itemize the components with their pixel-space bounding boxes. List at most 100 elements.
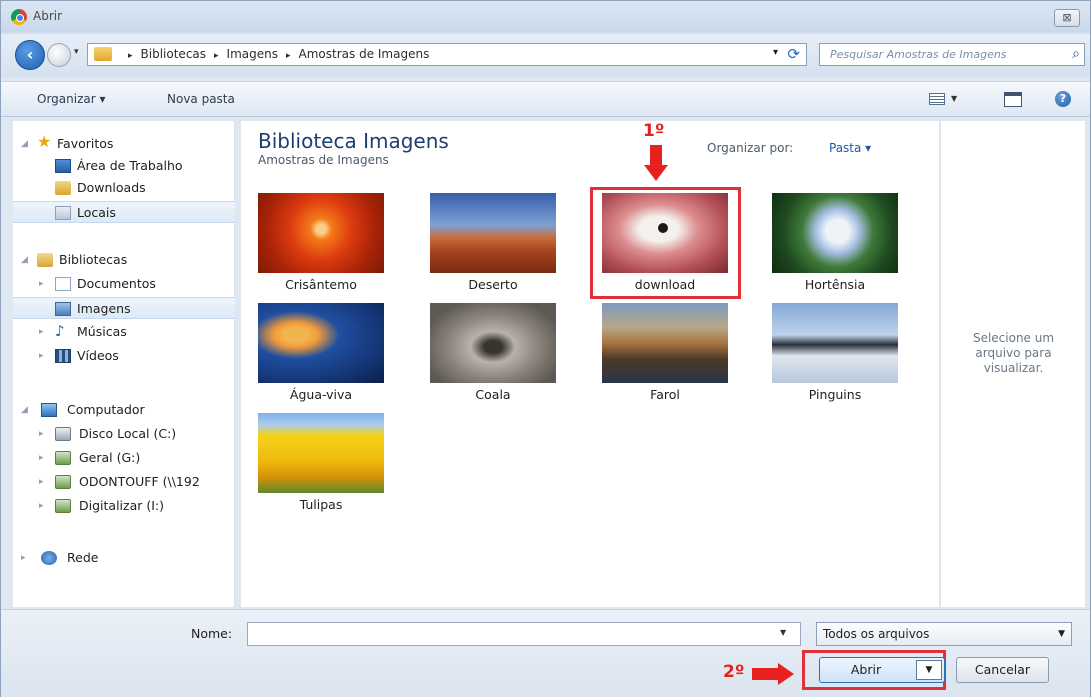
change-view-icon[interactable]	[929, 93, 945, 105]
nav-network[interactable]: ▸ Rede	[13, 547, 235, 569]
step-1-annotation: 1º	[643, 121, 665, 141]
file-tile-agua-viva[interactable]: Água-viva	[257, 303, 385, 407]
view-options-caret-icon[interactable]: ▼	[951, 94, 957, 103]
file-type-select[interactable]: Todos os arquivos ▼	[816, 622, 1072, 646]
thumbnail-image	[430, 193, 556, 273]
title-bar: Abrir ⊠	[1, 1, 1090, 33]
thumbnail-image	[430, 303, 556, 383]
nav-documents[interactable]: ▸ Documentos	[13, 273, 235, 295]
arrange-by-label: Organizar por:	[707, 141, 794, 155]
file-tile-pinguins[interactable]: Pinguins	[771, 303, 899, 407]
file-list: Biblioteca Imagens Amostras de Imagens O…	[241, 121, 939, 607]
refresh-icon[interactable]: ⟳	[787, 45, 800, 63]
nav-desktop[interactable]: Área de Trabalho	[13, 155, 235, 177]
search-input[interactable]	[820, 44, 1056, 65]
expand-icon[interactable]: ▸	[39, 423, 44, 445]
desktop-icon	[55, 159, 71, 173]
download-highlight-box	[590, 187, 741, 299]
recent-locations-caret-icon[interactable]: ▾	[74, 47, 79, 57]
nav-videos[interactable]: ▸ Vídeos	[13, 345, 235, 367]
expand-icon[interactable]: ▸	[21, 547, 26, 569]
command-bar: Organizar ▾ Nova pasta ▼ ?	[1, 81, 1090, 117]
nav-disk-c[interactable]: ▸ Disco Local (C:)	[13, 423, 235, 445]
file-name-input[interactable]	[247, 622, 801, 646]
preview-pane-icon[interactable]	[1004, 92, 1022, 107]
chrome-icon	[11, 9, 27, 25]
breadcrumb-separator-icon: ▸	[214, 51, 219, 61]
forward-button[interactable]	[47, 43, 71, 67]
nav-music[interactable]: ▸ ♪ Músicas	[13, 321, 235, 343]
back-button[interactable]: ‹	[15, 40, 45, 70]
open-options-dropdown-icon[interactable]: ▼	[916, 660, 942, 680]
nav-digitalizar[interactable]: ▸ Digitalizar (I:)	[13, 495, 235, 517]
pictures-icon	[55, 302, 71, 316]
search-box: ⌕	[819, 43, 1085, 66]
file-tile-deserto[interactable]: Deserto	[429, 193, 557, 297]
new-folder-button[interactable]: Nova pasta	[167, 92, 235, 106]
file-tile-crisantemo[interactable]: Crisântemo	[257, 193, 385, 297]
thumbnail-image	[258, 193, 384, 273]
window-title: Abrir	[33, 9, 63, 23]
thumbnail-image	[602, 303, 728, 383]
help-icon[interactable]: ?	[1055, 91, 1071, 107]
file-name-dropdown-icon[interactable]: ▼	[780, 628, 786, 637]
local-disk-icon	[55, 427, 71, 441]
downloads-folder-icon	[55, 181, 71, 195]
nav-computer[interactable]: ◢ Computador	[13, 399, 235, 421]
nav-geral[interactable]: ▸ Geral (G:)	[13, 447, 235, 469]
dialog-footer: Nome: ▼ Todos os arquivos ▼ 2º Abrir ▼ C…	[1, 609, 1090, 697]
expand-icon[interactable]: ▸	[39, 495, 44, 517]
breadcrumb-bibliotecas[interactable]: Bibliotecas	[141, 47, 206, 61]
network-drive-icon	[55, 451, 71, 465]
nav-libraries[interactable]: ◢ Bibliotecas	[13, 249, 235, 271]
library-subtitle: Amostras de Imagens	[258, 153, 389, 167]
expand-icon[interactable]: ▸	[39, 273, 44, 295]
thumbnail-image	[772, 303, 898, 383]
collapse-icon[interactable]: ◢	[21, 133, 28, 155]
expand-icon[interactable]: ▸	[39, 471, 44, 493]
breadcrumb-amostras[interactable]: Amostras de Imagens	[299, 47, 430, 61]
cancel-button[interactable]: Cancelar	[956, 657, 1049, 683]
documents-icon	[55, 277, 71, 291]
breadcrumb-imagens[interactable]: Imagens	[227, 47, 278, 61]
address-dropdown-icon[interactable]: ▾	[773, 47, 778, 58]
arrange-by-dropdown[interactable]: Pasta ▾	[829, 141, 871, 155]
library-title: Biblioteca Imagens	[258, 129, 449, 153]
open-file-dialog: Abrir ⊠ ‹ ▾ ▸ Bibliotecas ▸ Imagens ▸ Amostra…	[0, 0, 1091, 697]
chevron-down-icon: ▼	[1058, 629, 1065, 639]
nav-favorites[interactable]: ◢ ★ Favoritos	[13, 132, 235, 155]
address-row: ‹ ▾ ▸ Bibliotecas ▸ Imagens ▸ Amostras de Ima…	[1, 35, 1090, 77]
star-icon: ★	[37, 132, 52, 151]
thumbnail-image	[772, 193, 898, 273]
search-icon[interactable]: ⌕	[1072, 46, 1080, 62]
file-name-label: Nome:	[191, 626, 233, 641]
expand-icon[interactable]: ▸	[39, 321, 44, 343]
file-tile-tulipas[interactable]: Tulipas	[257, 413, 385, 517]
expand-icon[interactable]: ▸	[39, 345, 44, 367]
nav-locais[interactable]: Locais	[13, 201, 235, 223]
network-icon	[41, 551, 57, 565]
nav-odontouff[interactable]: ▸ ODONTOUFF (\\192	[13, 471, 235, 493]
collapse-icon[interactable]: ◢	[21, 399, 28, 421]
step-2-annotation: 2º	[723, 662, 745, 682]
file-tile-hortensia[interactable]: Hortênsia	[771, 193, 899, 297]
navigation-pane: ◢ ★ Favoritos Área de Trabalho Downloads…	[13, 121, 235, 607]
open-button[interactable]: Abrir ▼	[819, 657, 945, 683]
close-button[interactable]: ⊠	[1054, 9, 1080, 27]
file-tile-farol[interactable]: Farol	[601, 303, 729, 407]
libraries-icon	[37, 253, 53, 267]
file-type-value: Todos os arquivos	[823, 627, 930, 641]
address-bar[interactable]: ▸ Bibliotecas ▸ Imagens ▸ Amostras de Imagens…	[87, 43, 807, 66]
thumbnail-image	[258, 303, 384, 383]
videos-icon	[55, 349, 71, 363]
breadcrumb-separator-icon: ▸	[286, 51, 291, 61]
collapse-icon[interactable]: ◢	[21, 249, 28, 271]
file-tile-coala[interactable]: Coala	[429, 303, 557, 407]
right-arrow-icon	[752, 663, 796, 685]
nav-downloads[interactable]: Downloads	[13, 177, 235, 199]
nav-images[interactable]: Imagens	[13, 297, 235, 319]
breadcrumb-separator-icon: ▸	[128, 51, 133, 61]
music-icon: ♪	[55, 322, 65, 340]
organize-button[interactable]: Organizar ▾	[37, 92, 106, 106]
expand-icon[interactable]: ▸	[39, 447, 44, 469]
